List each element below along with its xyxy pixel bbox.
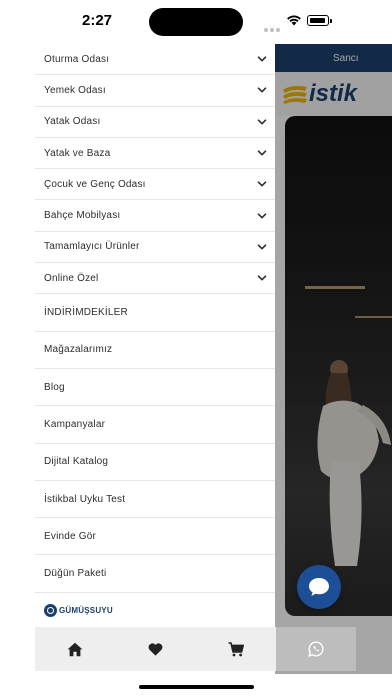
menu-link-magazalarimiz[interactable]: Mağazalarımız [35,332,275,369]
nav-whatsapp[interactable] [276,627,356,671]
menu-item-bahce-mobilyasi[interactable]: Bahçe Mobilyası [35,200,275,232]
chevron-down-icon[interactable] [257,54,267,64]
menu-link-label: Evinde Gör [44,530,97,542]
chevron-down-icon[interactable] [257,179,267,189]
status-icons [264,14,334,32]
menu-item-label: Çocuk ve Genç Odası [44,178,146,190]
home-indicator[interactable] [139,685,254,689]
menu-item-online-ozel[interactable]: Online Özel [35,263,275,295]
menu-link-kampanyalar[interactable]: Kampanyalar [35,406,275,444]
nav-home[interactable] [55,627,95,671]
chat-button[interactable] [297,565,341,609]
chevron-down-icon[interactable] [257,85,267,95]
menu-link-blog[interactable]: Blog [35,369,275,407]
menu-item-tamamlayici-urunler[interactable]: Tamamlayıcı Ürünler [35,232,275,264]
gumussuyu-logo-icon [44,604,57,617]
menu-item-yemek-odasi[interactable]: Yemek Odası [35,75,275,107]
menu-item-label: Oturma Odası [44,53,110,65]
gumussuyu-brand-link[interactable]: GÜMÜŞSUYU [44,604,124,618]
menu-link-label: Dijital Katalog [44,456,109,468]
menu-link-label: Kampanyalar [44,418,106,430]
chevron-down-icon[interactable] [257,242,267,252]
nav-favorites[interactable] [135,627,175,671]
dynamic-island [149,8,243,36]
home-icon [67,642,83,656]
wifi-icon [287,15,301,26]
gumussuyu-brand-text: GÜMÜŞSUYU [59,606,113,615]
chevron-down-icon[interactable] [257,273,267,283]
menu-link-label: Mağazalarımız [44,344,113,356]
menu-item-label: Yatak Odası [44,116,101,128]
menu-item-oturma-odasi[interactable]: Oturma Odası [35,44,275,76]
menu-item-label: Yatak ve Baza [44,147,111,159]
cellular-icon [264,19,282,37]
nav-cart[interactable] [216,627,256,671]
menu-item-label: Yemek Odası [44,84,106,96]
menu-drawer: Oturma Odası Yemek Odası Yatak Odası Yat… [0,44,275,626]
menu-link-uyku-test[interactable]: İstikbal Uyku Test [35,481,275,519]
chevron-down-icon[interactable] [257,148,267,158]
menu-link-indirimdekiler[interactable]: İNDİRİMDEKİLER [35,294,275,332]
chevron-down-icon[interactable] [257,117,267,127]
cart-icon [228,641,244,656]
whatsapp-icon [308,641,324,657]
status-bar: 2:27 [0,0,392,44]
category-list: Oturma Odası Yemek Odası Yatak Odası Yat… [0,44,275,295]
menu-item-label: Bahçe Mobilyası [44,210,121,222]
bottom-nav [35,627,356,671]
menu-link-label: İstikbal Uyku Test [44,493,126,505]
link-list: İNDİRİMDEKİLER Mağazalarımız Blog Kampan… [0,294,275,593]
menu-link-dugun-paketi[interactable]: Düğün Paketi [35,555,275,593]
menu-link-label: Blog [44,381,65,393]
status-time: 2:27 [82,12,113,29]
menu-link-label: Düğün Paketi [44,568,107,580]
menu-item-yatak-ve-baza[interactable]: Yatak ve Baza [35,138,275,170]
chat-bubble-icon [309,578,329,596]
menu-item-cocuk-ve-genc-odasi[interactable]: Çocuk ve Genç Odası [35,169,275,201]
menu-link-dijital-katalog[interactable]: Dijital Katalog [35,444,275,481]
menu-link-label: İNDİRİMDEKİLER [44,307,128,319]
battery-icon [307,15,329,26]
menu-item-label: Tamamlayıcı Ürünler [44,241,140,253]
menu-link-evinde-gor[interactable]: Evinde Gör [35,518,275,556]
chevron-down-icon[interactable] [257,211,267,221]
menu-item-label: Online Özel [44,272,99,284]
heart-icon [148,642,162,656]
menu-item-yatak-odasi[interactable]: Yatak Odası [35,107,275,138]
